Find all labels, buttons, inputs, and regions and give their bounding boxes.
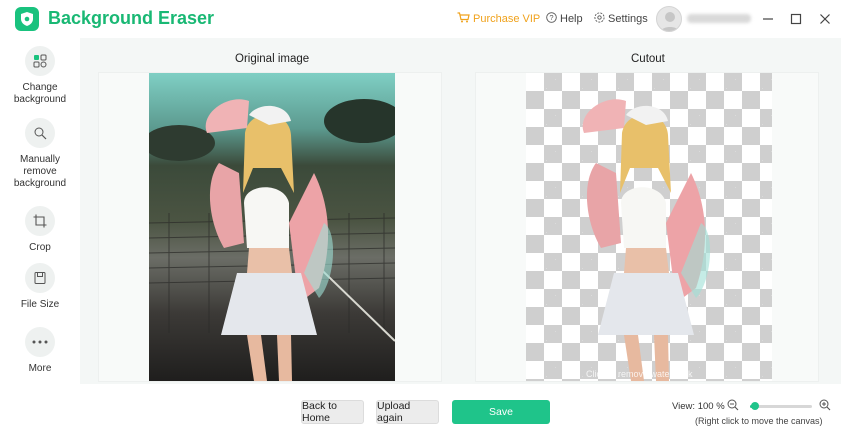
- close-icon: [820, 14, 830, 24]
- zoom-in-icon: [819, 399, 831, 411]
- close-button[interactable]: [816, 10, 834, 28]
- cutout-title: Cutout: [631, 53, 665, 65]
- sidebar-item-label: More: [28, 363, 52, 374]
- svg-text:?: ?: [549, 13, 553, 22]
- canvas-hint: (Right click to move the canvas): [695, 416, 823, 426]
- original-photo-image: [149, 99, 395, 381]
- canvas-area[interactable]: Original image Cutout Click to remove wa…: [80, 38, 841, 384]
- settings-button[interactable]: Settings: [594, 12, 648, 26]
- sidebar-item-change-background[interactable]: Change background: [0, 46, 80, 106]
- help-icon: ?: [546, 12, 557, 26]
- zoom-out-button[interactable]: [726, 398, 740, 412]
- purchase-vip-button[interactable]: Purchase VIP: [457, 12, 540, 26]
- sidebar-item-file-size[interactable]: File Size: [0, 263, 80, 311]
- help-button[interactable]: ? Help: [546, 12, 583, 26]
- original-photo: [149, 73, 395, 381]
- sidebar-item-label: Change background: [13, 82, 67, 105]
- change-background-icon: [25, 46, 55, 76]
- crop-icon: [25, 206, 55, 236]
- original-image-title: Original image: [235, 53, 310, 65]
- title-bar: Background Eraser Purchase VIP ? Help Se…: [0, 0, 841, 38]
- avatar[interactable]: [656, 6, 682, 32]
- settings-label: Settings: [608, 13, 648, 25]
- maximize-icon: [790, 13, 802, 25]
- save-button[interactable]: Save: [452, 400, 550, 424]
- username-blurred: [687, 14, 751, 23]
- sidebar-item-label: File Size: [20, 299, 60, 310]
- sidebar-item-crop[interactable]: Crop: [0, 206, 80, 254]
- upload-again-button[interactable]: Upload again: [376, 400, 439, 424]
- manual-remove-icon: [25, 118, 55, 148]
- tool-sidebar: Change background Manually remove backgr…: [0, 38, 80, 434]
- file-size-icon: [25, 263, 55, 293]
- app-title: Background Eraser: [48, 8, 215, 28]
- maximize-button[interactable]: [787, 10, 805, 28]
- cutout-photo: Click to remove watermark: [526, 73, 772, 381]
- zoom-out-icon: [727, 399, 739, 411]
- zoom-level-label: View: 100 %: [672, 401, 725, 412]
- more-icon: [25, 327, 55, 357]
- zoom-in-button[interactable]: [818, 398, 832, 412]
- zoom-slider-handle[interactable]: [750, 402, 759, 410]
- sidebar-item-manual-remove[interactable]: Manually remove background: [0, 118, 80, 190]
- remove-watermark-link[interactable]: Click to remove watermark: [586, 369, 693, 379]
- help-label: Help: [560, 13, 583, 25]
- cutout-photo-image: [582, 99, 711, 381]
- sidebar-item-more[interactable]: More: [0, 327, 80, 375]
- back-to-home-button[interactable]: Back to Home: [301, 400, 364, 424]
- gear-icon: [594, 12, 605, 26]
- sidebar-item-label: Crop: [29, 242, 51, 253]
- minimize-button[interactable]: [759, 10, 777, 28]
- sidebar-item-label: Manually remove background: [13, 154, 67, 189]
- cart-icon: [457, 12, 470, 26]
- minimize-icon: [763, 18, 773, 20]
- purchase-vip-label: Purchase VIP: [473, 13, 541, 25]
- zoom-slider[interactable]: [750, 402, 812, 410]
- app-logo-icon: [15, 7, 39, 31]
